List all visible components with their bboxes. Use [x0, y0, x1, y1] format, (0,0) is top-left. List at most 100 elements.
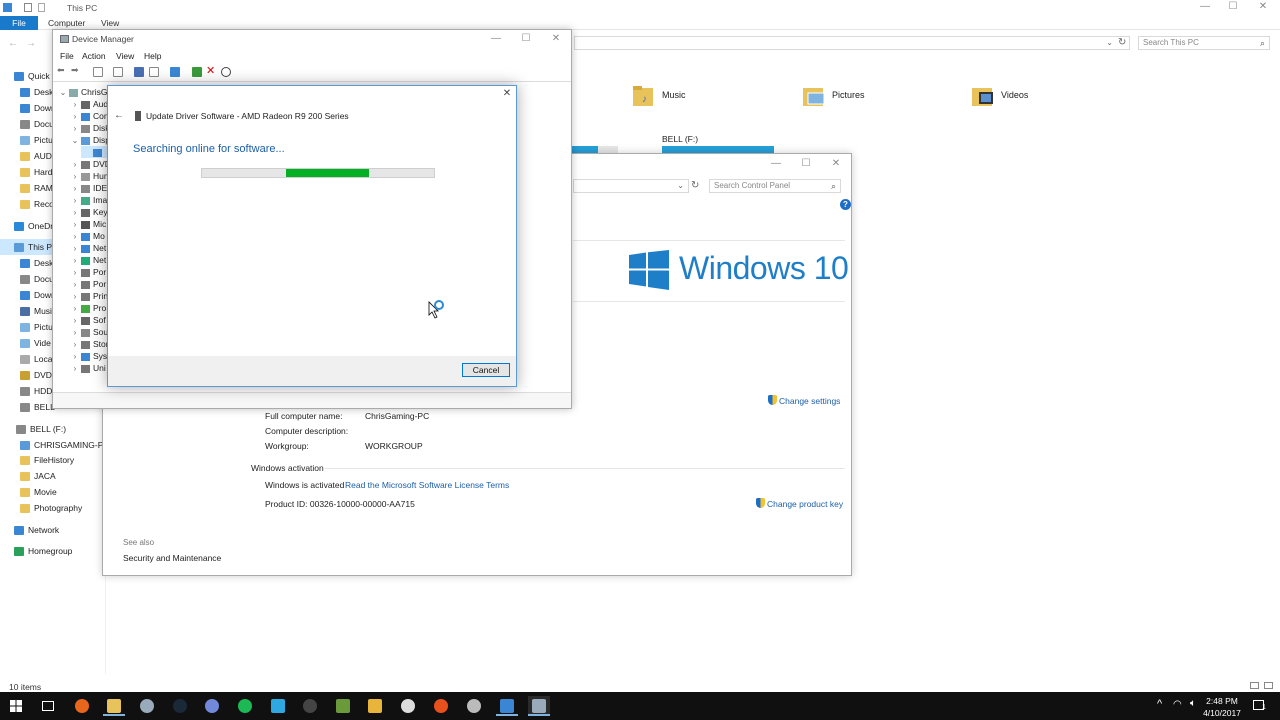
- toolbar-back-icon[interactable]: ⬅: [57, 65, 67, 75]
- system-address-dropdown-icon[interactable]: ⌄: [677, 181, 684, 190]
- chevron-right-icon[interactable]: ›: [69, 327, 81, 338]
- folder-tile-pictures[interactable]: Pictures: [802, 80, 922, 114]
- devmgr-minimize-button[interactable]: —: [481, 29, 511, 49]
- system-search-input[interactable]: Search Control Panel ⌕: [709, 179, 841, 193]
- devmgr-close-button[interactable]: ✕: [541, 29, 571, 49]
- steam-icon[interactable]: [169, 696, 191, 716]
- devmgr-menu-file[interactable]: File: [60, 51, 74, 61]
- chevron-right-icon[interactable]: ›: [69, 195, 81, 206]
- network-icon[interactable]: ◠: [1173, 699, 1182, 710]
- explorer-qat-check-icon[interactable]: [24, 3, 32, 12]
- discord-icon[interactable]: [201, 696, 223, 716]
- chevron-down-icon[interactable]: ⌄: [69, 135, 81, 146]
- minecraft-icon[interactable]: [332, 696, 354, 716]
- drive-label-bell[interactable]: BELL (F:): [662, 134, 698, 144]
- tray-chevron-up-icon[interactable]: ^: [1157, 698, 1162, 710]
- nav-item[interactable]: CHRISGAMING-PC: [20, 437, 106, 453]
- firefox-icon[interactable]: [71, 696, 93, 716]
- task-view-icon[interactable]: [42, 701, 54, 711]
- cancel-button[interactable]: Cancel: [462, 363, 510, 377]
- windows-store-icon[interactable]: [136, 696, 158, 716]
- explorer-address-bar[interactable]: ⌄: [574, 36, 1130, 50]
- system-panel-icon[interactable]: [496, 696, 518, 716]
- tray-date[interactable]: 4/10/2017: [1200, 708, 1244, 718]
- tree-item[interactable]: [81, 146, 107, 158]
- volume-icon[interactable]: 🔈︎: [1190, 698, 1196, 709]
- folder-tile-music[interactable]: ♪ Music: [632, 80, 752, 114]
- explorer-refresh-icon[interactable]: ↻: [1118, 37, 1126, 48]
- chevron-right-icon[interactable]: ›: [69, 303, 81, 314]
- dialog-back-icon[interactable]: ←: [114, 110, 124, 121]
- ribbon-tab-view[interactable]: View: [95, 16, 125, 30]
- chevron-right-icon[interactable]: ›: [69, 279, 81, 290]
- help-icon[interactable]: ?: [840, 199, 851, 210]
- chevron-right-icon[interactable]: ›: [69, 267, 81, 278]
- nav-item[interactable]: JACA: [20, 468, 106, 484]
- system-address-bar[interactable]: ⌄: [573, 179, 689, 193]
- license-terms-link[interactable]: Read the Microsoft Software License Term…: [345, 480, 509, 490]
- chevron-right-icon[interactable]: ›: [69, 171, 81, 182]
- nav-item[interactable]: Homegroup: [14, 543, 106, 559]
- dialog-close-button[interactable]: ✕: [492, 84, 522, 104]
- toolbar-forward-icon[interactable]: ➡: [71, 65, 81, 75]
- system-minimize-button[interactable]: —: [761, 154, 791, 174]
- toolbar-update-driver-icon[interactable]: [192, 67, 202, 77]
- toolbar-list-icon[interactable]: [113, 67, 123, 77]
- chevron-right-icon[interactable]: ›: [69, 255, 81, 266]
- explorer-close-button[interactable]: ✕: [1248, 0, 1278, 17]
- explorer-qat-page-icon[interactable]: [38, 3, 45, 12]
- address-dropdown-icon[interactable]: ⌄: [1106, 38, 1113, 47]
- overwatch-icon[interactable]: [397, 696, 419, 716]
- toolbar-view-icon[interactable]: [93, 67, 103, 77]
- large-icons-view-icon[interactable]: [1264, 682, 1273, 689]
- chevron-right-icon[interactable]: ›: [69, 183, 81, 194]
- chevron-right-icon[interactable]: ›: [69, 315, 81, 326]
- nav-item[interactable]: Photography: [20, 500, 106, 516]
- toolbar-scan-icon[interactable]: [221, 67, 231, 77]
- nav-item[interactable]: Movie: [20, 484, 106, 500]
- change-product-key-link[interactable]: Change product key: [767, 499, 843, 509]
- nav-item[interactable]: Network: [14, 522, 106, 538]
- chevron-right-icon[interactable]: ›: [69, 123, 81, 134]
- chevron-right-icon[interactable]: ›: [69, 363, 81, 374]
- toolbar-properties-icon[interactable]: [149, 67, 159, 77]
- change-settings-link[interactable]: Change settings: [779, 396, 840, 406]
- obs-icon[interactable]: [299, 696, 321, 716]
- devmgr-menu-action[interactable]: Action: [82, 51, 106, 61]
- folder-tile-videos[interactable]: Videos: [971, 80, 1091, 114]
- ribbon-tab-computer[interactable]: Computer: [42, 16, 91, 30]
- game-icon[interactable]: [430, 696, 452, 716]
- chevron-right-icon[interactable]: ›: [69, 231, 81, 242]
- devmgr-menu-view[interactable]: View: [116, 51, 134, 61]
- system-close-button[interactable]: ✕: [821, 154, 851, 174]
- tray-time[interactable]: 2:48 PM: [1200, 696, 1244, 706]
- explorer-forward-icon[interactable]: →: [26, 38, 36, 49]
- toolbar-help-icon[interactable]: [134, 67, 144, 77]
- security-maintenance-link[interactable]: Security and Maintenance: [123, 553, 221, 563]
- chevron-right-icon[interactable]: ›: [69, 159, 81, 170]
- spotify-icon[interactable]: [234, 696, 256, 716]
- details-view-icon[interactable]: [1250, 682, 1259, 689]
- nav-item[interactable]: BELL (F:): [16, 421, 106, 437]
- start-windows-icon[interactable]: [10, 700, 22, 712]
- system-maximize-button[interactable]: ☐: [791, 154, 821, 174]
- chevron-right-icon[interactable]: ›: [69, 99, 81, 110]
- explorer-minimize-button[interactable]: —: [1190, 0, 1220, 17]
- chevron-right-icon[interactable]: ›: [69, 219, 81, 230]
- toolbar-monitor-icon[interactable]: [170, 67, 180, 77]
- ribbon-tab-file[interactable]: File: [0, 16, 38, 30]
- chevron-right-icon[interactable]: ›: [69, 291, 81, 302]
- explorer-back-icon[interactable]: ←: [8, 38, 18, 49]
- devmgr-maximize-button[interactable]: ☐: [511, 29, 541, 49]
- devmgr-menu-help[interactable]: Help: [144, 51, 161, 61]
- file-explorer-icon[interactable]: [103, 696, 125, 716]
- toolbar-uninstall-icon[interactable]: ✕: [206, 64, 216, 77]
- chevron-right-icon[interactable]: ›: [69, 111, 81, 122]
- explorer-maximize-button[interactable]: ☐: [1218, 0, 1248, 17]
- system-refresh-icon[interactable]: ↻: [691, 180, 699, 191]
- tree-root[interactable]: ⌄ ChrisGa: [57, 86, 107, 98]
- app-icon[interactable]: [364, 696, 386, 716]
- chevron-right-icon[interactable]: ›: [69, 339, 81, 350]
- chevron-right-icon[interactable]: ›: [69, 243, 81, 254]
- device-manager-taskbar-icon[interactable]: [528, 696, 550, 716]
